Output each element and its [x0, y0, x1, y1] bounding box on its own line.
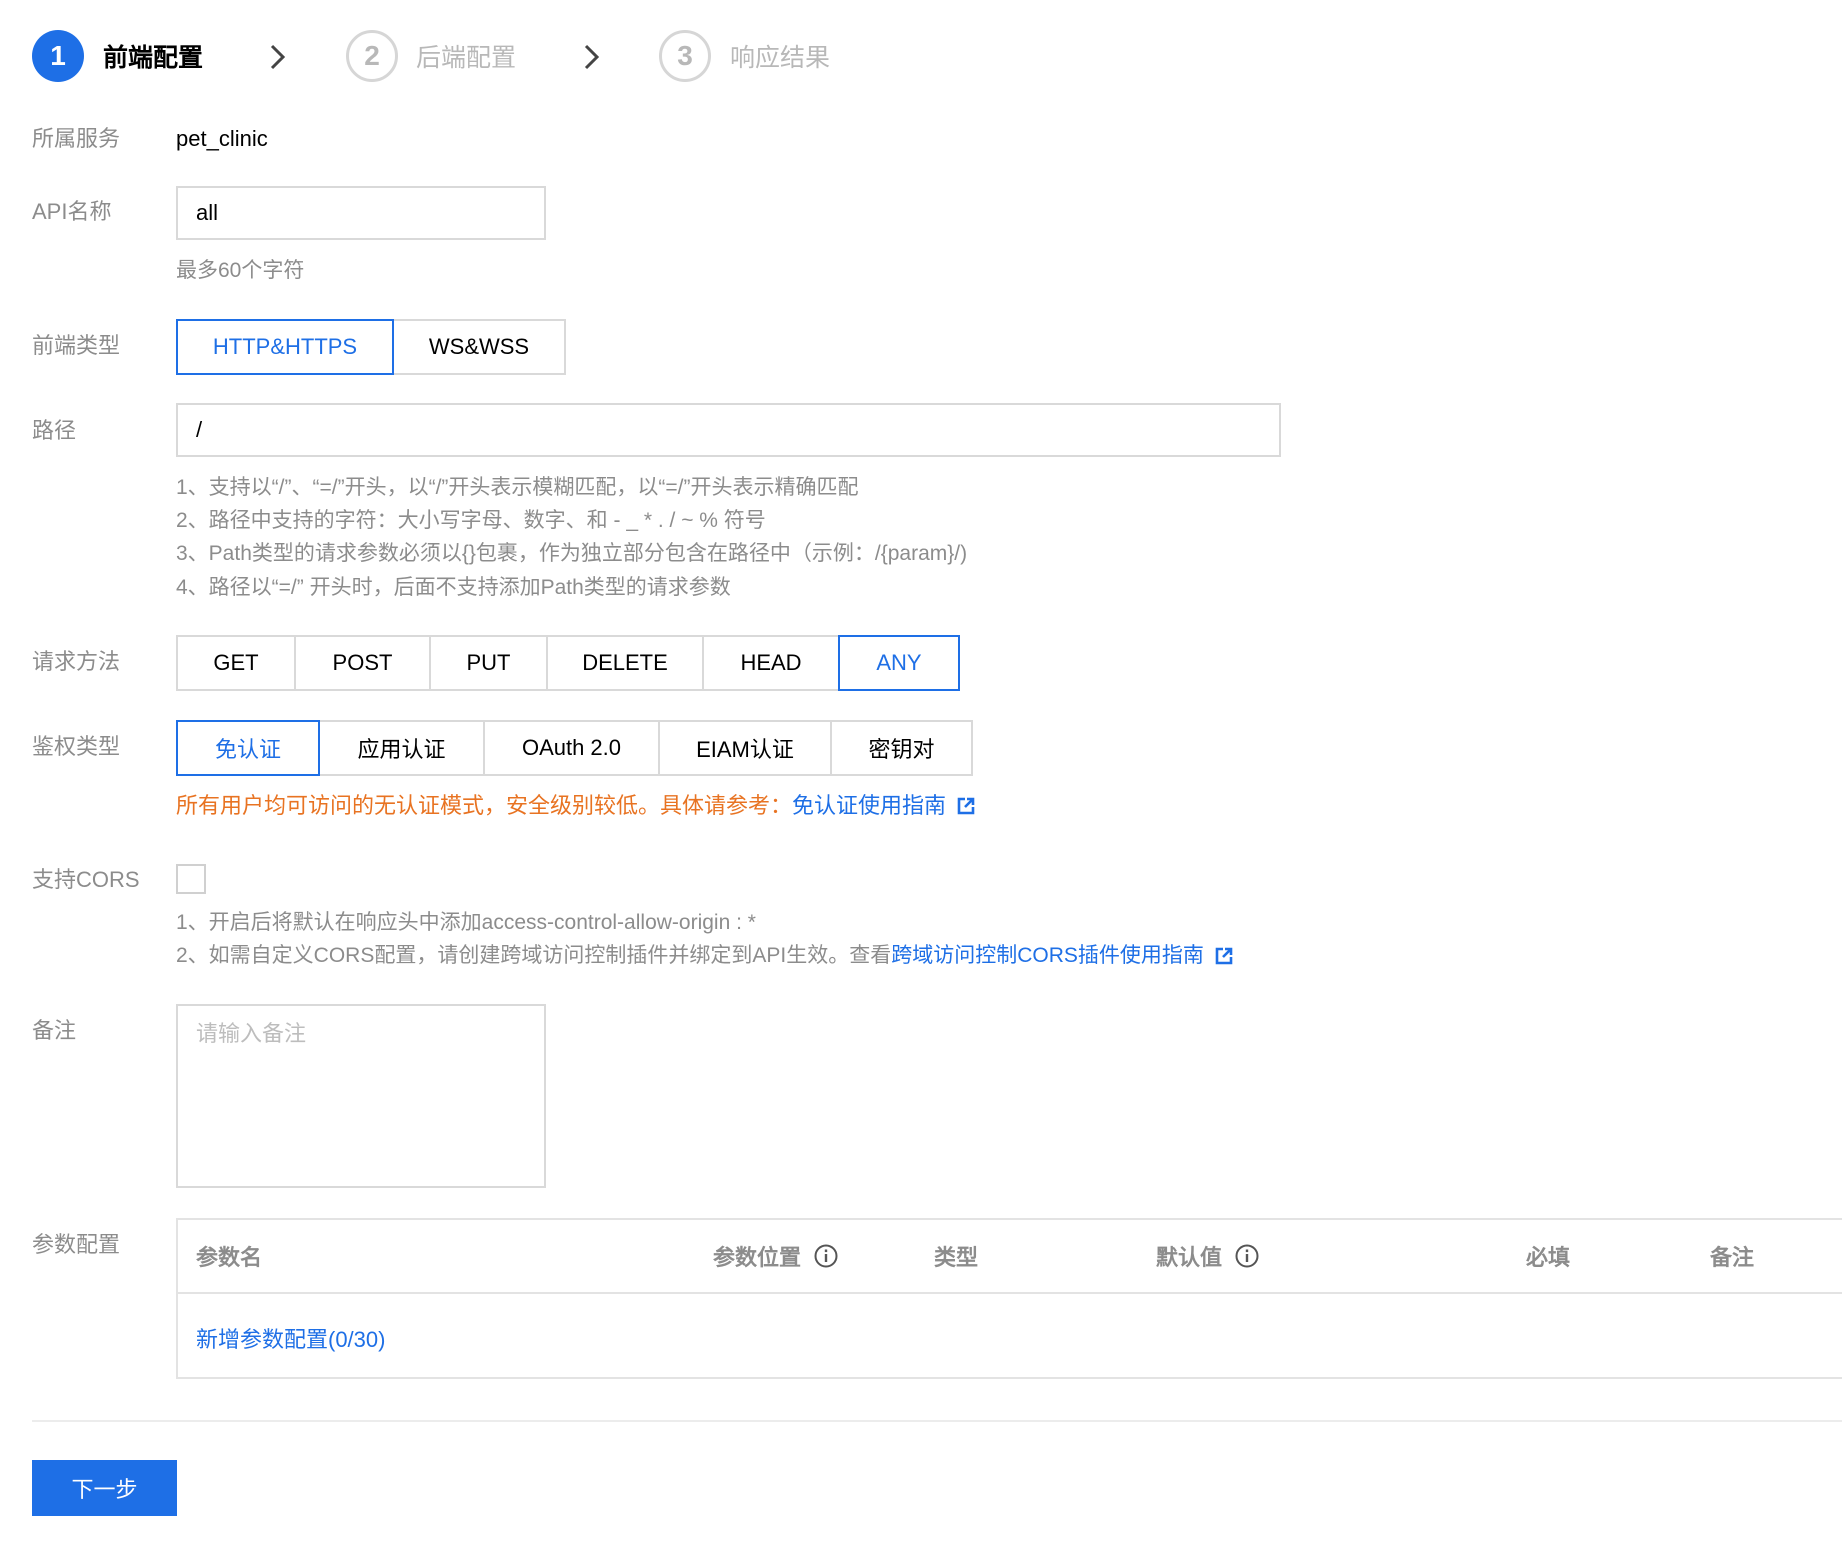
step-3-number: 3	[677, 40, 693, 71]
params-table-header: 参数名 参数位置 类型 默认值 必填 备注	[178, 1220, 1842, 1294]
frontend-type-label: 前端类型	[32, 333, 121, 358]
remark-textarea[interactable]: 请输入备注	[176, 1004, 546, 1188]
add-param-link[interactable]: 新增参数配置(0/30)	[196, 1326, 385, 1354]
method-option-any[interactable]: ANY	[838, 635, 960, 691]
info-icon[interactable]	[813, 1243, 839, 1269]
col-type: 类型	[934, 1245, 979, 1270]
cors-hint-2-text: 2、如需自定义CORS配置，请创建跨域访问控制插件并绑定到API生效。查看	[176, 944, 892, 967]
auth-option-none[interactable]: 免认证	[176, 720, 320, 776]
path-hint-2: 2、路径中支持的字符：大小写字母、数字、和 - _ * . / ~ % 符号	[176, 509, 766, 532]
method-option-put[interactable]: PUT	[429, 635, 548, 691]
cors-hint-2: 2、如需自定义CORS配置，请创建跨域访问控制插件并绑定到API生效。查看 跨域…	[176, 942, 1234, 970]
chevron-right-icon	[584, 44, 600, 70]
external-link-icon[interactable]	[956, 796, 976, 816]
chevron-right-icon	[270, 44, 286, 70]
auth-option-eiam[interactable]: EIAM认证	[658, 720, 832, 776]
path-hint-3: 3、Path类型的请求参数必须以{}包裹，作为独立部分包含在路径中（示例：/{p…	[176, 542, 968, 565]
auth-type-group: 免认证 应用认证 OAuth 2.0 EIAM认证 密钥对	[176, 720, 973, 776]
remark-label: 备注	[32, 1018, 77, 1043]
auth-option-app[interactable]: 应用认证	[318, 720, 485, 776]
step-2-label: 后端配置	[416, 44, 517, 72]
method-option-head[interactable]: HEAD	[702, 635, 840, 691]
cors-guide-link[interactable]: 跨域访问控制CORS插件使用指南	[891, 942, 1204, 970]
info-icon[interactable]	[1234, 1243, 1260, 1269]
path-hint-1: 1、支持以“/”、“=/”开头，以“/”开头表示模糊匹配，以“=/”开头表示精确…	[176, 476, 859, 499]
params-table: 参数名 参数位置 类型 默认值 必填 备注 新增参数配置(0/30)	[176, 1218, 1842, 1379]
frontend-type-option-http[interactable]: HTTP&HTTPS	[176, 319, 394, 375]
auth-guide-link[interactable]: 免认证使用指南	[792, 792, 946, 820]
auth-warning: 所有用户均可访问的无认证模式，安全级别较低。具体请参考： 免认证使用指南	[176, 792, 976, 820]
method-label: 请求方法	[32, 649, 121, 674]
step-1-number: 1	[50, 40, 66, 71]
auth-option-oauth[interactable]: OAuth 2.0	[483, 720, 660, 776]
remark-placeholder: 请输入备注	[196, 1021, 307, 1046]
api-name-value: all	[196, 200, 219, 225]
step-1-circle: 1	[32, 30, 84, 82]
frontend-type-group: HTTP&HTTPS WS&WSS	[176, 319, 566, 375]
external-link-icon[interactable]	[1214, 946, 1234, 966]
path-label: 路径	[32, 418, 77, 443]
path-value: /	[196, 417, 203, 442]
step-2-circle: 2	[346, 30, 398, 82]
col-required: 必填	[1526, 1245, 1571, 1270]
api-name-input[interactable]: all	[176, 186, 546, 240]
path-input[interactable]: /	[176, 403, 1281, 457]
method-option-post[interactable]: POST	[294, 635, 431, 691]
step-2-number: 2	[364, 40, 380, 71]
method-option-get[interactable]: GET	[176, 635, 296, 691]
cors-label: 支持CORS	[32, 867, 140, 892]
col-param-location: 参数位置	[713, 1220, 839, 1292]
step-3-label: 响应结果	[730, 44, 831, 72]
cors-hint-1: 1、开启后将默认在响应头中添加access-control-allow-orig…	[176, 911, 756, 934]
col-remark: 备注	[1710, 1245, 1755, 1270]
step-1-label: 前端配置	[103, 44, 204, 72]
api-name-hint: 最多60个字符	[176, 259, 305, 282]
api-name-label: API名称	[32, 199, 112, 224]
next-button[interactable]: 下一步	[32, 1460, 177, 1516]
footer-divider	[32, 1420, 1842, 1422]
method-option-delete[interactable]: DELETE	[546, 635, 704, 691]
auth-warning-text: 所有用户均可访问的无认证模式，安全级别较低。具体请参考：	[176, 793, 793, 818]
service-label: 所属服务	[32, 126, 121, 151]
col-default-value: 默认值	[1156, 1220, 1260, 1292]
auth-option-keypair[interactable]: 密钥对	[830, 720, 973, 776]
method-group: GET POST PUT DELETE HEAD ANY	[176, 635, 960, 691]
auth-type-label: 鉴权类型	[32, 734, 121, 759]
step-3-circle: 3	[659, 30, 711, 82]
params-label: 参数配置	[32, 1232, 121, 1257]
col-param-name: 参数名	[196, 1245, 263, 1270]
cors-checkbox[interactable]	[176, 864, 206, 894]
frontend-type-option-ws[interactable]: WS&WSS	[392, 319, 566, 375]
path-hint-4: 4、路径以“=/” 开头时，后面不支持添加Path类型的请求参数	[176, 576, 731, 599]
service-value: pet_clinic	[176, 126, 268, 151]
